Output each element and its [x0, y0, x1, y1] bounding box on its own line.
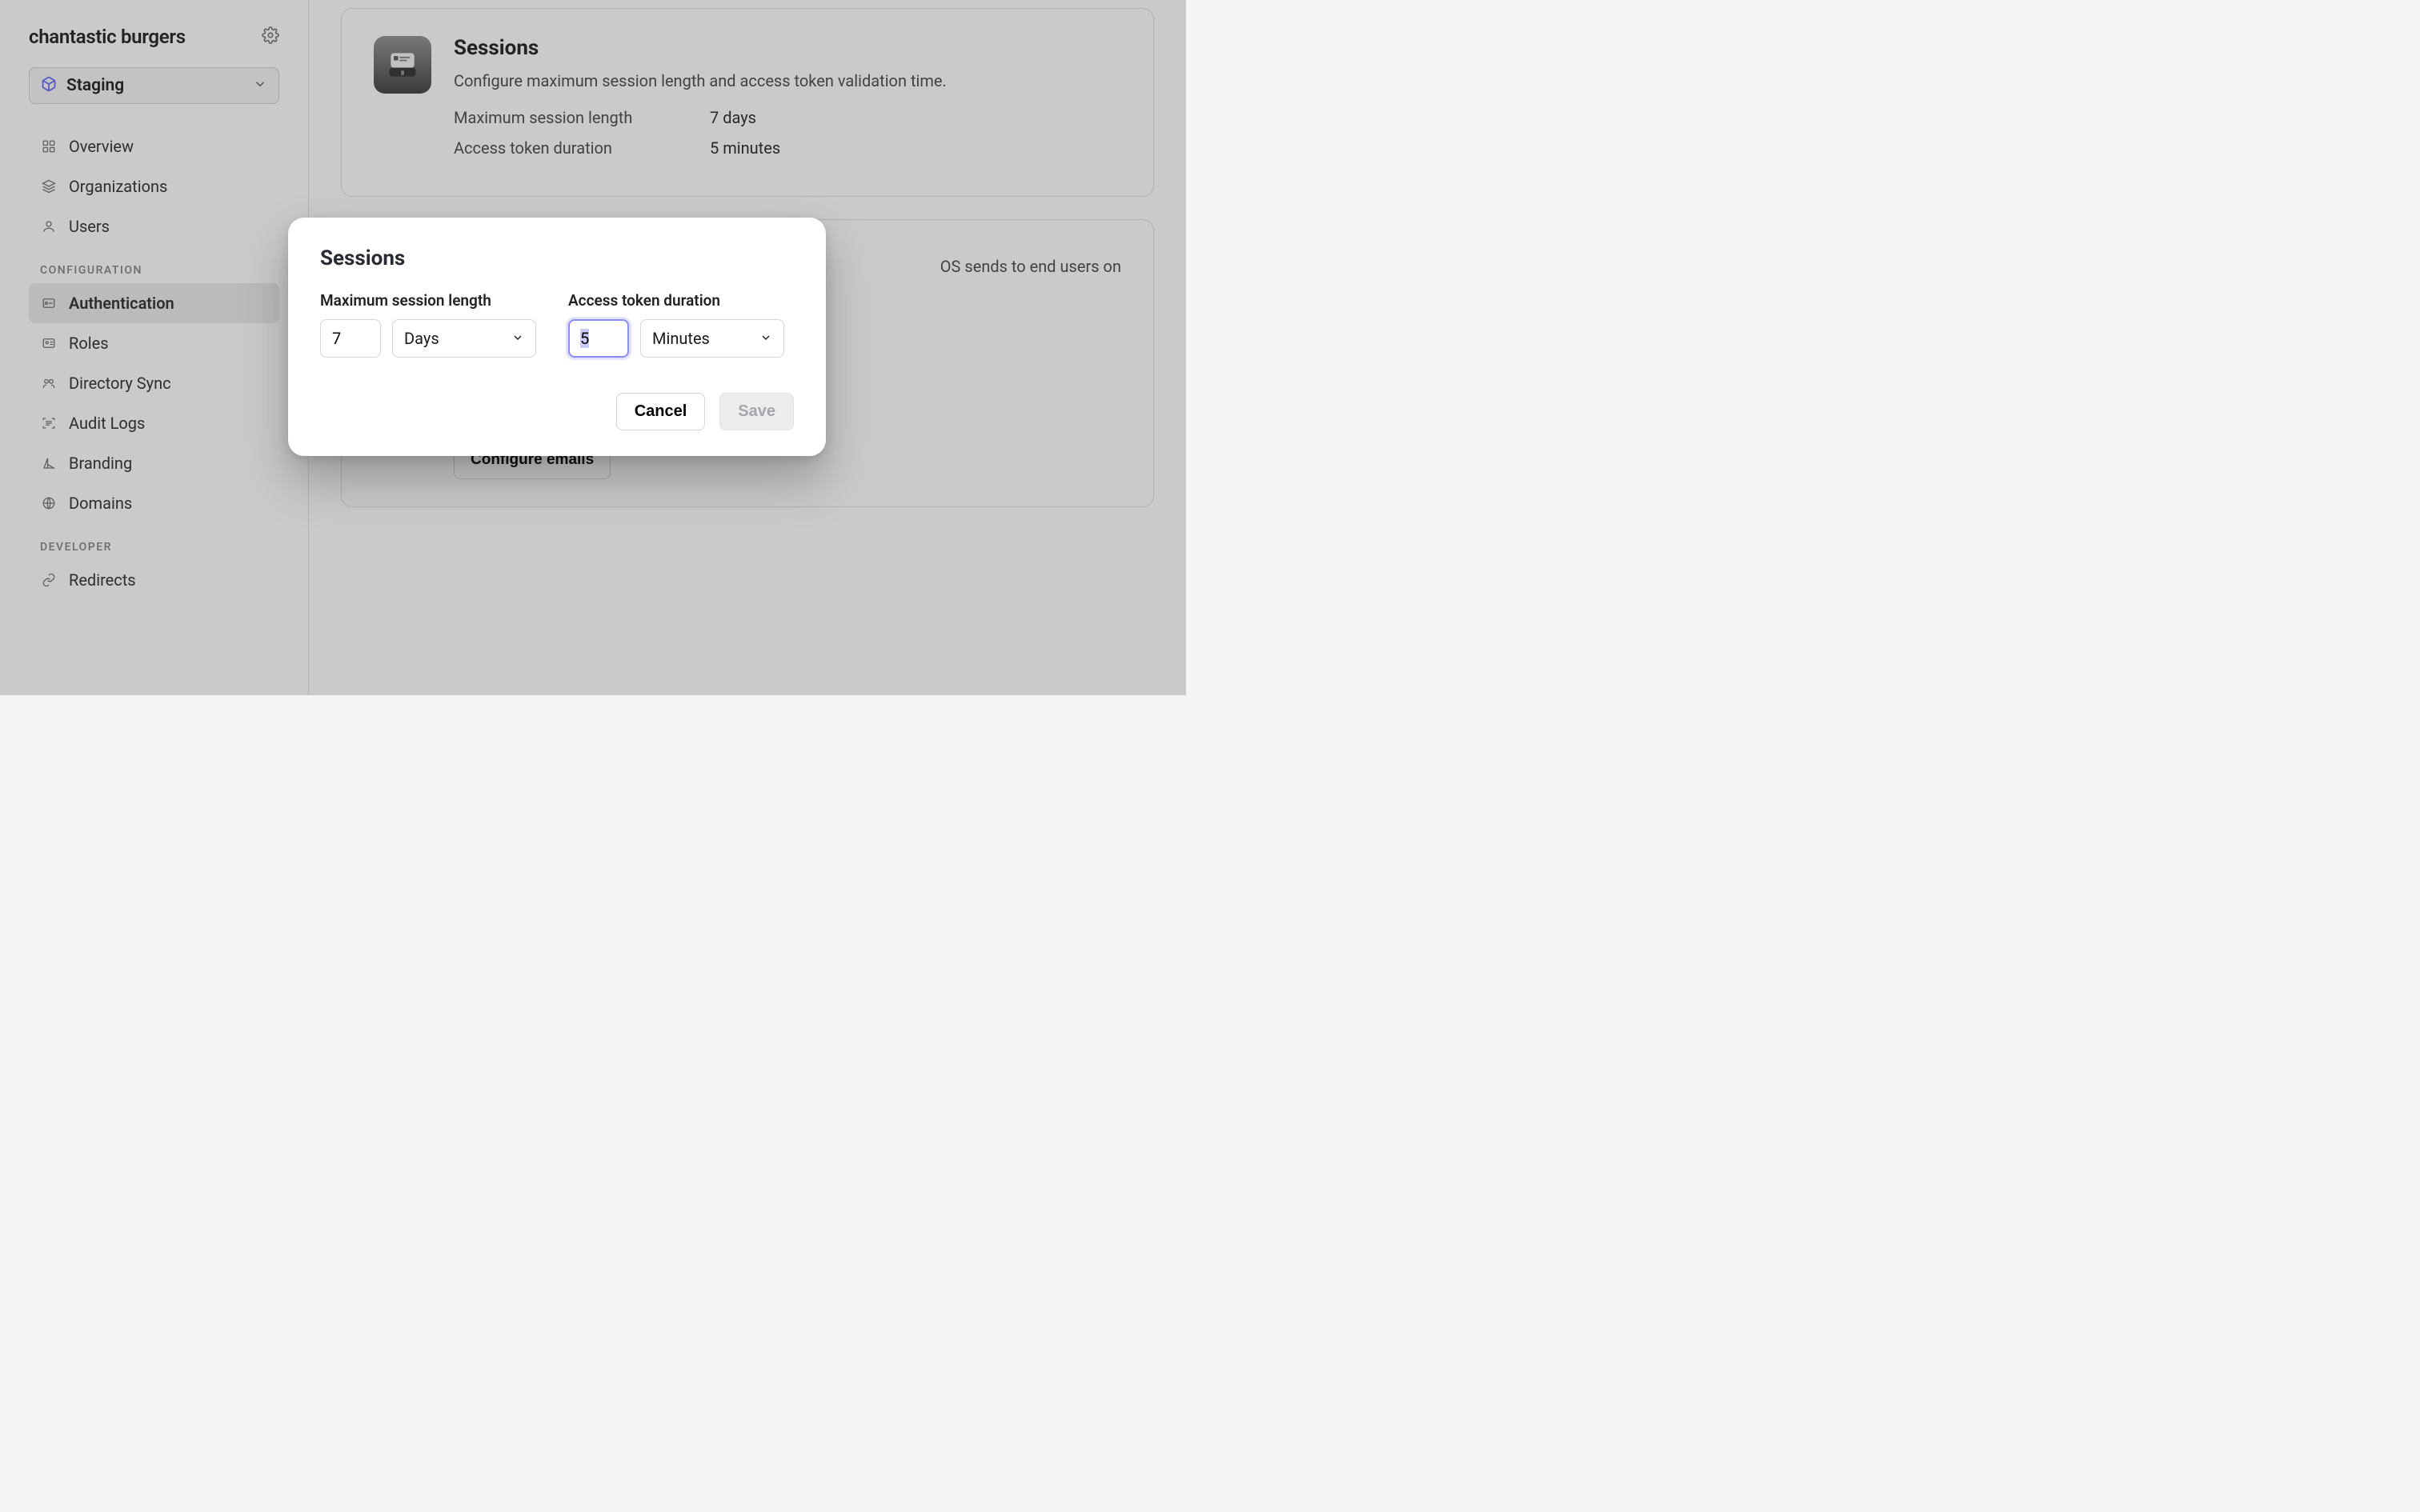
- max-session-unit-select[interactable]: Days: [392, 319, 536, 358]
- save-button[interactable]: Save: [719, 393, 794, 430]
- token-duration-value-input[interactable]: [568, 319, 629, 358]
- token-duration-label: Access token duration: [568, 291, 784, 310]
- sessions-modal: Sessions Maximum session length Days Acc…: [288, 218, 826, 456]
- max-session-unit-label: Days: [404, 329, 439, 348]
- token-duration-unit-label: Minutes: [652, 329, 710, 348]
- modal-title: Sessions: [320, 246, 794, 270]
- cancel-button[interactable]: Cancel: [616, 393, 706, 430]
- chevron-down-icon: [759, 329, 772, 348]
- max-session-value-input[interactable]: [320, 319, 381, 358]
- chevron-down-icon: [511, 329, 524, 348]
- token-duration-unit-select[interactable]: Minutes: [640, 319, 784, 358]
- max-session-label: Maximum session length: [320, 291, 536, 310]
